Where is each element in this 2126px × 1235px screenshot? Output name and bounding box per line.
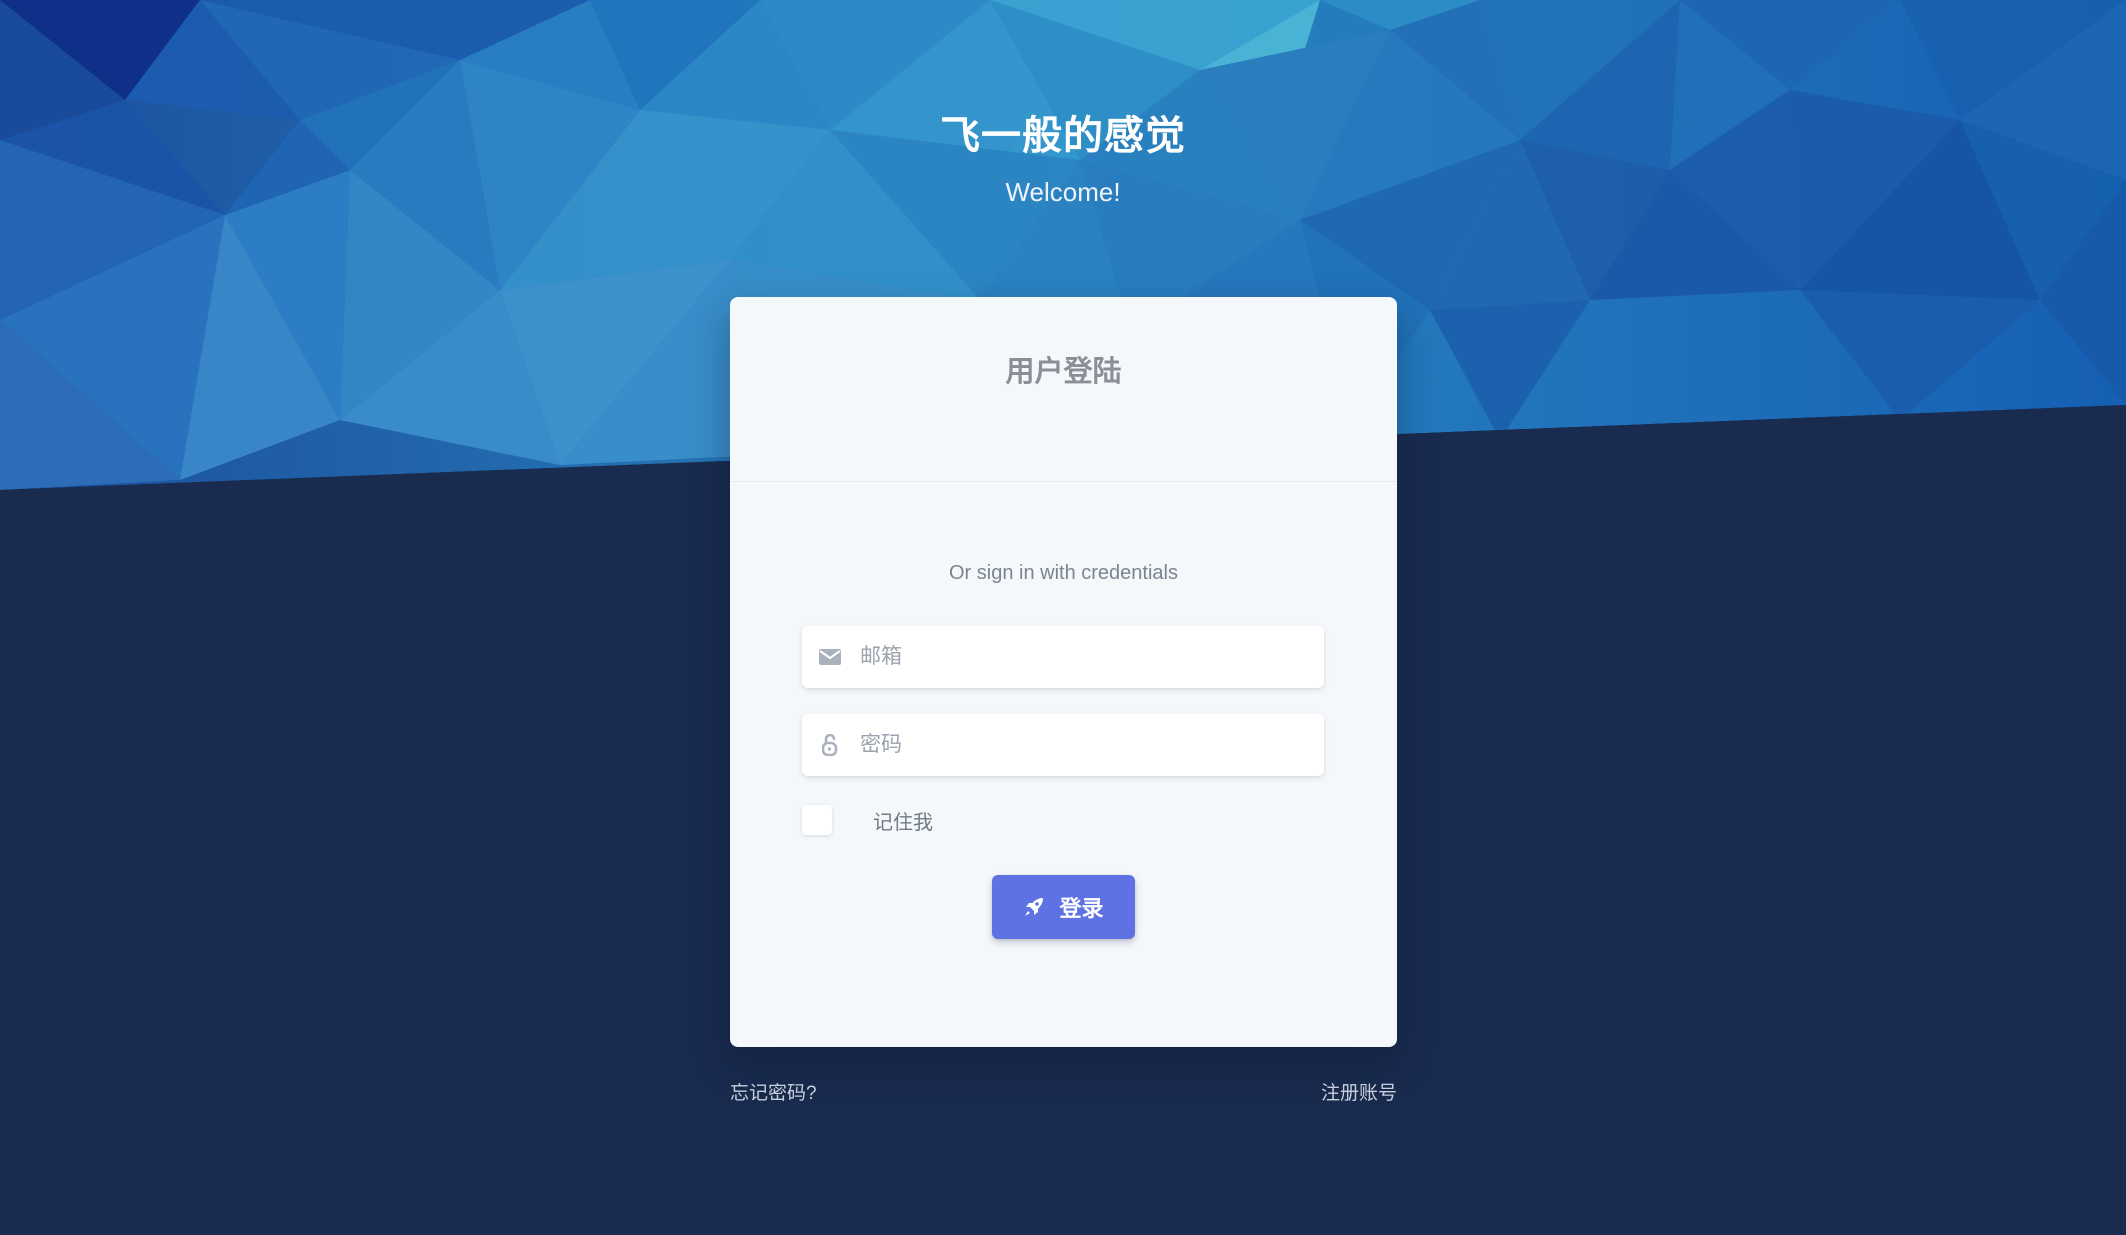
email-input-group[interactable] <box>802 626 1324 688</box>
remember-me-row: 记住我 <box>802 804 933 836</box>
rocket-icon <box>1023 896 1045 918</box>
login-button-label: 登录 <box>1059 896 1104 921</box>
card-header: 用户登陆 <box>730 297 1397 482</box>
remember-me-checkbox[interactable] <box>802 805 832 835</box>
login-button[interactable]: 登录 <box>992 875 1135 939</box>
login-card: 用户登陆 Or sign in with credentials 记住我 <box>730 297 1397 1047</box>
register-link[interactable]: 注册账号 <box>1321 1078 1397 1105</box>
card-title: 用户登陆 <box>1005 356 1122 388</box>
envelope-icon <box>802 649 858 665</box>
password-input[interactable] <box>858 714 1324 776</box>
password-input-group[interactable] <box>802 714 1324 776</box>
unlock-icon <box>802 734 858 756</box>
email-input[interactable] <box>858 626 1324 688</box>
signin-hint: Or sign in with credentials <box>949 562 1178 584</box>
hero-title: 飞一般的感觉 <box>940 114 1186 158</box>
remember-me-label[interactable]: 记住我 <box>873 806 933 835</box>
hero-subtitle: Welcome! <box>1005 177 1121 207</box>
forgot-password-link[interactable]: 忘记密码? <box>730 1078 817 1105</box>
